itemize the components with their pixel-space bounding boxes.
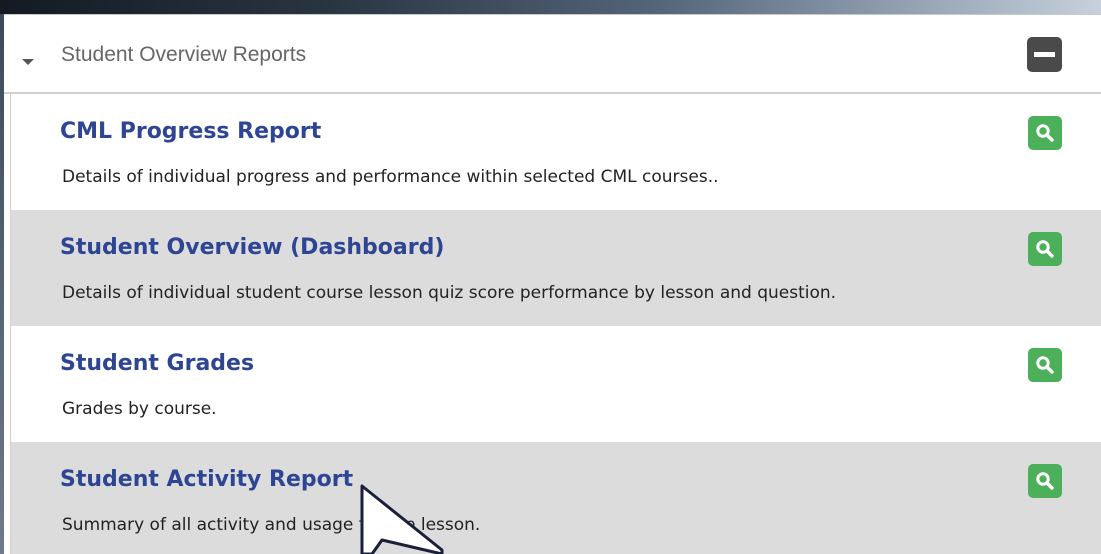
view-report-button[interactable] <box>1028 348 1062 382</box>
report-row: Student Grades Grades by course. <box>11 326 1101 443</box>
minus-icon <box>1034 52 1055 57</box>
report-row: CML Progress Report Details of individua… <box>11 94 1101 211</box>
report-row: Student Overview (Dashboard) Details of … <box>11 210 1101 327</box>
report-title-link[interactable]: Student Activity Report <box>60 467 353 492</box>
report-list: CML Progress Report Details of individua… <box>10 94 1101 554</box>
report-row: Student Activity Report Summary of all a… <box>11 442 1101 554</box>
background-strip <box>0 0 1101 14</box>
collapse-button[interactable] <box>1027 37 1062 72</box>
view-report-button[interactable] <box>1028 464 1062 498</box>
student-overview-reports-panel: Student Overview Reports CML Progress Re… <box>4 14 1101 554</box>
report-description: Grades by course. <box>62 399 217 419</box>
magnifier-icon <box>1036 124 1054 142</box>
report-description: Details of individual student course les… <box>62 283 837 303</box>
caret-down-icon[interactable] <box>22 59 34 65</box>
screen: Student Overview Reports CML Progress Re… <box>0 0 1101 554</box>
panel-title: Student Overview Reports <box>61 43 307 66</box>
report-title-link[interactable]: Student Overview (Dashboard) <box>60 235 444 260</box>
view-report-button[interactable] <box>1028 116 1062 150</box>
report-title-link[interactable]: CML Progress Report <box>60 119 321 144</box>
view-report-button[interactable] <box>1028 232 1062 266</box>
magnifier-icon <box>1036 356 1054 374</box>
panel-header[interactable]: Student Overview Reports <box>4 15 1101 94</box>
report-description: Details of individual progress and perfo… <box>62 167 719 187</box>
magnifier-icon <box>1036 240 1054 258</box>
magnifier-icon <box>1036 472 1054 490</box>
mouse-pointer-icon <box>360 484 444 554</box>
report-title-link[interactable]: Student Grades <box>60 351 254 376</box>
